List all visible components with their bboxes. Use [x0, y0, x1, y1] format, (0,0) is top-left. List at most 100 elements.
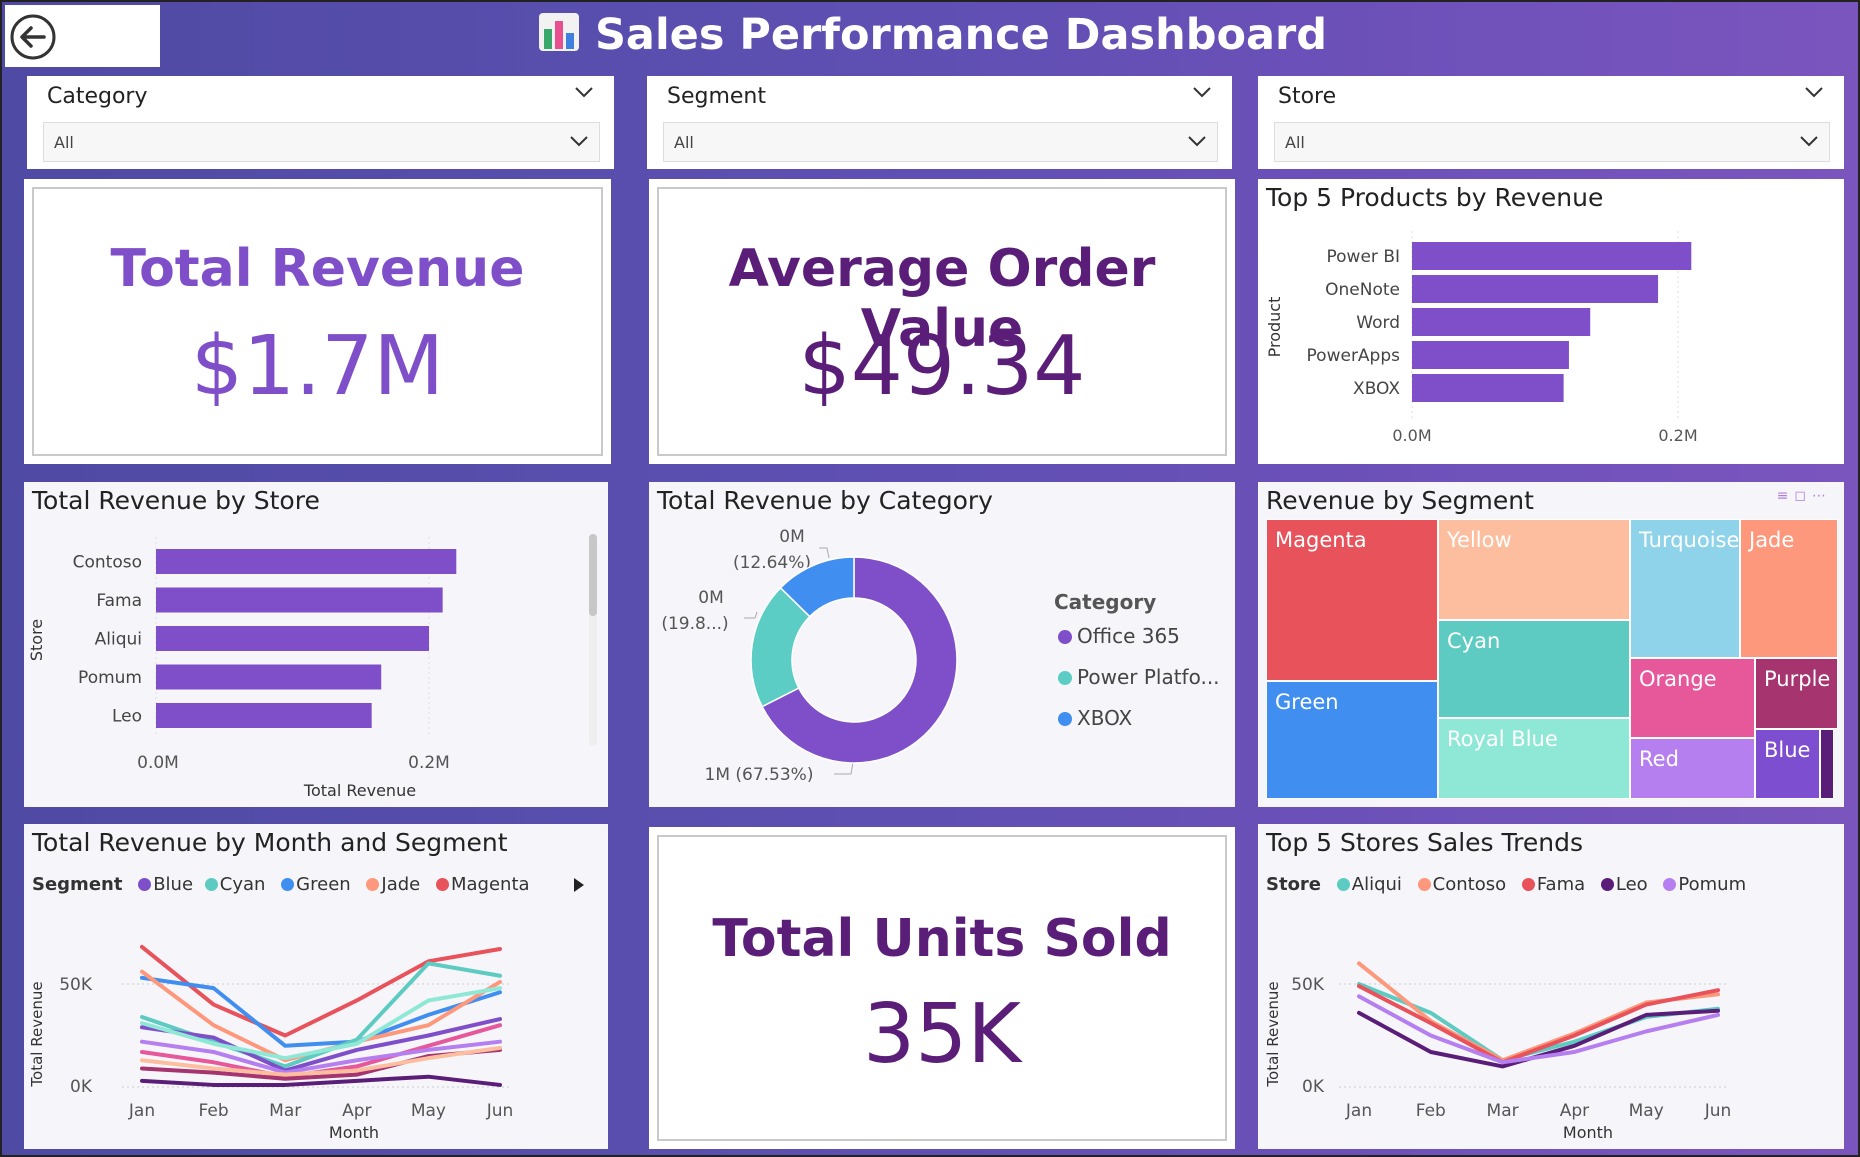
revenue-by-segment-chart: Revenue by Segment ≡◻⋯ Magenta Green Yello… — [1258, 482, 1844, 807]
kpi-value: $1.7M — [190, 319, 445, 414]
segment-slicer[interactable]: Segment All — [647, 76, 1232, 169]
bar — [1412, 275, 1659, 303]
slice-label: 0M — [779, 527, 804, 547]
treemap-tile[interactable]: Orange — [1630, 658, 1755, 738]
treemap-tile[interactable]: Turquoise — [1630, 519, 1740, 658]
filter-icon[interactable]: ≡ — [1777, 488, 1795, 504]
treemap-tile[interactable]: Red — [1630, 738, 1755, 799]
treemap-tile-small[interactable] — [1820, 729, 1834, 799]
category-donut-plot: 1M (67.53%) 0M (19.8...) 0M (12.64%) Cat… — [661, 527, 1220, 785]
bar — [156, 703, 372, 728]
total-units-sold-card: Total Units Sold 35K — [649, 827, 1235, 1149]
category-dropdown[interactable]: All — [43, 122, 600, 162]
store-slicer[interactable]: Store All — [1258, 76, 1844, 169]
month-segment-plot: Total Revenue Month 50K 0K Jan Feb Mar Apr M… — [28, 944, 514, 1142]
tick-label: 0.2M — [408, 753, 450, 773]
tick-label: Mar — [1487, 1101, 1519, 1121]
category-label: Contoso — [73, 553, 142, 573]
tick-label: 0.2M — [1658, 426, 1697, 445]
store-dropdown[interactable]: All — [1274, 122, 1830, 162]
dropdown-value: All — [1285, 133, 1305, 152]
treemap-tile[interactable]: Magenta — [1266, 519, 1438, 681]
store-bar-plot: Store 0.0M 0.2M Total Revenue Contoso Fam… — [27, 534, 597, 800]
treemap-tile[interactable]: Royal Blue — [1438, 718, 1630, 799]
tick-label: Jan — [1345, 1101, 1372, 1121]
axis-label: Month — [329, 1123, 379, 1142]
bar — [156, 587, 443, 613]
treemap-tile[interactable]: Blue — [1755, 729, 1820, 799]
category-label: OneNote — [1325, 280, 1400, 300]
chevron-down-icon — [1188, 136, 1206, 147]
slice-label: (12.64%) — [733, 553, 811, 573]
kpi-label: Total Units Sold — [712, 909, 1172, 969]
visual-header-icons[interactable]: ≡◻⋯ — [1777, 488, 1832, 504]
segment-dropdown[interactable]: All — [663, 122, 1218, 162]
scrollbar-thumb[interactable] — [589, 534, 597, 616]
series-line — [140, 944, 502, 1038]
tick-label: 50K — [59, 975, 93, 995]
legend-dot — [1058, 671, 1072, 685]
treemap-tile[interactable]: Yellow — [1438, 519, 1630, 620]
tick-label: Jun — [1704, 1101, 1732, 1121]
category-label: PowerApps — [1307, 346, 1401, 366]
category-label: XBOX — [1353, 379, 1400, 399]
chart-title: Revenue by Segment — [1266, 486, 1534, 515]
total-revenue-card: Total Revenue $1.7M — [24, 179, 611, 464]
treemap-tile[interactable]: Jade — [1740, 519, 1838, 658]
tick-label: 0.0M — [1392, 426, 1431, 445]
bar — [1412, 242, 1692, 270]
treemap-tile[interactable]: Purple — [1755, 658, 1838, 729]
dropdown-value: All — [674, 133, 694, 152]
category-label: Aliqui — [95, 630, 142, 650]
tick-label: May — [1629, 1101, 1664, 1121]
tick-label: Feb — [1416, 1101, 1446, 1121]
legend-item: Office 365 — [1077, 624, 1180, 648]
treemap-tile[interactable]: Cyan — [1438, 620, 1630, 718]
slice-label: 1M (67.53%) — [705, 765, 814, 785]
average-order-value-card: Average Order Value $49.34 — [649, 179, 1235, 464]
tick-label: 0K — [1302, 1077, 1325, 1097]
tick-label: 0.0M — [137, 753, 179, 773]
category-label: Leo — [112, 707, 142, 727]
bar — [156, 626, 429, 651]
chevron-down-icon — [570, 136, 588, 147]
chevron-down-icon — [1800, 136, 1818, 147]
more-options-icon[interactable]: ⋯ — [1812, 488, 1832, 504]
tick-label: Feb — [199, 1101, 229, 1121]
month-segment-chart: Total Revenue by Month and Segment Segme… — [24, 824, 608, 1149]
slice-label: 0M — [698, 588, 723, 608]
tick-label: Jun — [486, 1101, 514, 1121]
segment-treemap: Magenta Green Yellow Cyan Royal Blue Turquois… — [1266, 519, 1838, 799]
store-trends-plot: Total Revenue Month 50K 0K Jan Feb Mar Apr M… — [1264, 961, 1732, 1142]
revenue-by-category-chart: Total Revenue by Category 1M (67.53%) 0M… — [649, 482, 1235, 807]
page-title-text: Sales Performance Dashboard — [594, 10, 1328, 60]
revenue-by-store-chart: Total Revenue by Store Store 0.0M 0.2M T… — [24, 482, 608, 807]
slicer-label: Store — [1278, 84, 1337, 109]
dashboard-canvas: Sales Performance Dashboard Category All… — [0, 0, 1860, 1157]
axis-label: Total Revenue — [303, 781, 416, 800]
chevron-down-icon[interactable] — [1192, 86, 1212, 98]
category-slicer[interactable]: Category All — [27, 76, 614, 169]
treemap-tile[interactable]: Green — [1266, 681, 1438, 799]
leader-line — [744, 611, 758, 619]
top-products-chart: Top 5 Products by Revenue Product 0.0M 0… — [1258, 179, 1844, 464]
tick-label: Jan — [128, 1101, 155, 1121]
bar — [1412, 341, 1569, 369]
legend-item: Power Platfo... — [1077, 665, 1220, 689]
bar — [1412, 308, 1591, 336]
bar — [156, 549, 457, 574]
bar-chart-icon — [537, 11, 581, 64]
category-label: Power BI — [1327, 247, 1400, 267]
tick-label: 0K — [70, 1077, 93, 1097]
axis-label: Total Revenue — [28, 981, 46, 1087]
kpi-value: $49.34 — [798, 319, 1086, 414]
focus-mode-icon[interactable]: ◻ — [1794, 488, 1812, 504]
chevron-down-icon[interactable] — [1804, 86, 1824, 98]
legend-dot — [1058, 712, 1072, 726]
category-label: Word — [1356, 313, 1400, 333]
kpi-label: Total Revenue — [110, 239, 525, 299]
chevron-down-icon[interactable] — [574, 86, 594, 98]
axis-label: Store — [27, 619, 46, 661]
legend-title: Category — [1054, 590, 1156, 614]
category-label: Pomum — [78, 668, 142, 688]
